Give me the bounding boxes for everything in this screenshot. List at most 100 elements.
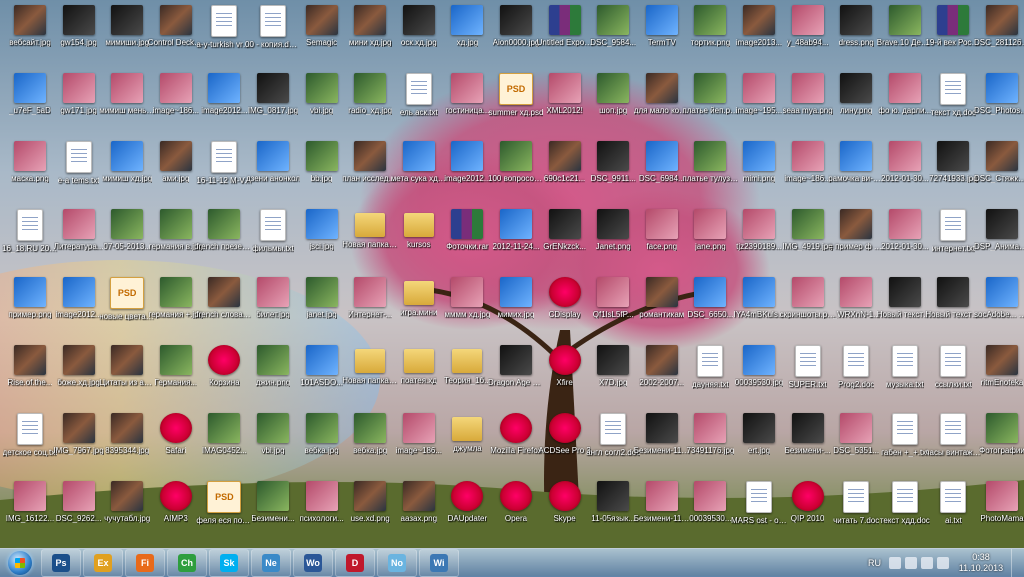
desktop-icon[interactable]: ACDSee Pro 3: [537, 410, 593, 478]
desktop-icon[interactable]: use.xd.png: [342, 478, 398, 546]
desktop-icon[interactable]: хд.jpg: [439, 2, 495, 70]
desktop-icon[interactable]: музыка.txt: [877, 342, 933, 410]
desktop-icon[interactable]: ritmEnoteka: [974, 342, 1024, 410]
desktop-icon[interactable]: англ согл2.doc: [585, 410, 641, 478]
desktop-icon[interactable]: дзени анонкол: [245, 138, 301, 206]
desktop-icon[interactable]: 00 - копия.docx: [245, 2, 301, 70]
desktop-icon[interactable]: Semagic: [294, 2, 350, 70]
desktop-icon[interactable]: интернет.txt: [925, 206, 981, 274]
desktop-icon[interactable]: романтикам: [634, 274, 690, 342]
desktop-icon[interactable]: Prog2.doc: [828, 342, 884, 410]
tray-power-icon[interactable]: [937, 557, 949, 569]
desktop-icon[interactable]: Janet.png: [585, 206, 641, 274]
desktop-icon[interactable]: _u7eF_5aD: [2, 70, 58, 138]
desktop-icon[interactable]: bb.jpg: [294, 138, 350, 206]
taskbar-button[interactable]: Ex: [83, 549, 123, 577]
desktop-icon[interactable]: Dragon Age Начало: [488, 342, 544, 410]
show-desktop-button[interactable]: [1011, 549, 1024, 577]
desktop-icon[interactable]: германия +.jpg: [148, 274, 204, 342]
desktop-icon[interactable]: french слова презентац...: [196, 274, 252, 342]
taskbar-button[interactable]: Wi: [419, 549, 459, 577]
desktop-icon[interactable]: image2013...: [731, 2, 787, 70]
desktop-icon[interactable]: mimi.png: [731, 138, 787, 206]
desktop-icon[interactable]: 72741933.jpg: [925, 138, 981, 206]
desktop-icon[interactable]: вебсайт.jpg: [2, 2, 58, 70]
desktop-icon[interactable]: мимиш хд.jpg: [99, 138, 155, 206]
desktop-icon[interactable]: психологи...: [294, 478, 350, 546]
desktop-icon[interactable]: socAdobe... австрали...: [974, 274, 1024, 342]
desktop-icon[interactable]: 2012-01-30...: [877, 206, 933, 274]
desktop-icon[interactable]: 16-11-12 M-V.text.txt: [196, 138, 252, 206]
desktop-icon[interactable]: платье тулуз.png: [682, 138, 738, 206]
desktop-icon[interactable]: IMG_0817.jpg: [245, 70, 301, 138]
desktop-icon[interactable]: image2012...: [439, 138, 495, 206]
desktop-icon[interactable]: Xfire: [537, 342, 593, 410]
desktop-icon[interactable]: PSD summer хд.psd: [488, 70, 544, 138]
desktop-icon[interactable]: IYA4mBKuls...: [731, 274, 787, 342]
desktop-icon[interactable]: вебка.jpg: [294, 410, 350, 478]
desktop-icon[interactable]: GrENkzck...: [537, 206, 593, 274]
desktop-icon[interactable]: Новый текстовый...: [877, 274, 933, 342]
taskbar-button[interactable]: D: [335, 549, 375, 577]
desktop-icon[interactable]: Brave.10 Десятка от...: [877, 2, 933, 70]
desktop-icon[interactable]: 101ASDO...: [294, 342, 350, 410]
taskbar-button[interactable]: Fi: [125, 549, 165, 577]
desktop-icon[interactable]: radio_хд.jpg: [342, 70, 398, 138]
desktop-icon[interactable]: DSC_Стяжки костюмы: [974, 138, 1024, 206]
desktop-icon[interactable]: читать 7.doc: [828, 478, 884, 546]
desktop-icon[interactable]: kursos: [391, 206, 447, 274]
desktop-icon[interactable]: часы винтаж дизайн.txt: [925, 410, 981, 478]
desktop-icon[interactable]: аазах.png: [391, 478, 447, 546]
desktop-icon[interactable]: для мало копия.png: [634, 70, 690, 138]
desktop-icon[interactable]: Control Deck Рагнарок: [148, 2, 204, 70]
desktop-icon[interactable]: Safari: [148, 410, 204, 478]
desktop-icon[interactable]: gw171.jpg: [51, 70, 107, 138]
desktop-icon[interactable]: PSD феля еся подарок.psd: [196, 478, 252, 546]
desktop-icon[interactable]: лину.png: [828, 70, 884, 138]
desktop-icon[interactable]: vbi.jpg: [294, 70, 350, 138]
desktop-icon[interactable]: платье йеп.png: [682, 70, 738, 138]
desktop-icon[interactable]: IMAG0452...: [196, 410, 252, 478]
taskbar-button[interactable]: No: [377, 549, 417, 577]
desktop-icon[interactable]: мимиш меньше.png: [99, 70, 155, 138]
desktop-icon[interactable]: шоп.jpg: [585, 70, 641, 138]
desktop-icon[interactable]: TermTV: [634, 2, 690, 70]
desktop-icon[interactable]: Литература...: [51, 206, 107, 274]
desktop-icon[interactable]: DSC_Photoshop: [974, 70, 1024, 138]
desktop-icon[interactable]: DSC_6650...: [682, 274, 738, 342]
desktop-icon[interactable]: DSC_6984...: [634, 138, 690, 206]
desktop-icon[interactable]: DSC_9911...: [585, 138, 641, 206]
desktop-icon[interactable]: vbi.jpg: [245, 410, 301, 478]
desktop-icon[interactable]: PSD новые цвета клетка.psd: [99, 274, 155, 342]
desktop-icon[interactable]: jsci.jpg: [294, 206, 350, 274]
desktop-icon[interactable]: гостиница...: [439, 70, 495, 138]
desktop-icon[interactable]: gw154.jpg: [51, 2, 107, 70]
desktop-icon[interactable]: DSC_9584...: [585, 2, 641, 70]
desktop-icon[interactable]: 07-05-2013...: [99, 206, 155, 274]
desktop-icon[interactable]: чучутабл.jpg: [99, 478, 155, 546]
desktop-icon[interactable]: image2012...: [196, 70, 252, 138]
desktop-icon[interactable]: текст хд.doc: [925, 70, 981, 138]
desktop-icon[interactable]: DSC_9262...: [51, 478, 107, 546]
desktop-icon[interactable]: PhotoMama: [974, 478, 1024, 546]
desktop-icon[interactable]: германия в.jpg: [148, 206, 204, 274]
desktop-icon[interactable]: Цитаты из английских...: [99, 342, 155, 410]
desktop-icon[interactable]: билет.jpg: [245, 274, 301, 342]
taskbar-button[interactable]: Wo: [293, 549, 333, 577]
desktop-icon[interactable]: X7D.jpg: [585, 342, 641, 410]
desktop-icon[interactable]: SUPER.txt: [780, 342, 836, 410]
desktop-icon[interactable]: скриншоты.png: [780, 274, 836, 342]
desktop-icon[interactable]: face.png: [634, 206, 690, 274]
desktop-icon[interactable]: поатея.хд: [391, 342, 447, 410]
tray-network-icon[interactable]: [905, 557, 917, 569]
desktop-icon[interactable]: DSC_5351...: [828, 410, 884, 478]
desktop-icon[interactable]: ами.jpg: [148, 138, 204, 206]
desktop-icon[interactable]: ert.jpg: [731, 410, 787, 478]
desktop-icon[interactable]: ель.аск.txt: [391, 70, 447, 138]
desktop-icon[interactable]: Безимени...: [245, 478, 301, 546]
desktop-icon[interactable]: XML2012!: [537, 70, 593, 138]
desktop-icon[interactable]: ai.txt: [925, 478, 981, 546]
desktop-icon[interactable]: Корзина: [196, 342, 252, 410]
desktop-icon[interactable]: janet.jpg: [294, 274, 350, 342]
taskbar-button[interactable]: Ch: [167, 549, 207, 577]
